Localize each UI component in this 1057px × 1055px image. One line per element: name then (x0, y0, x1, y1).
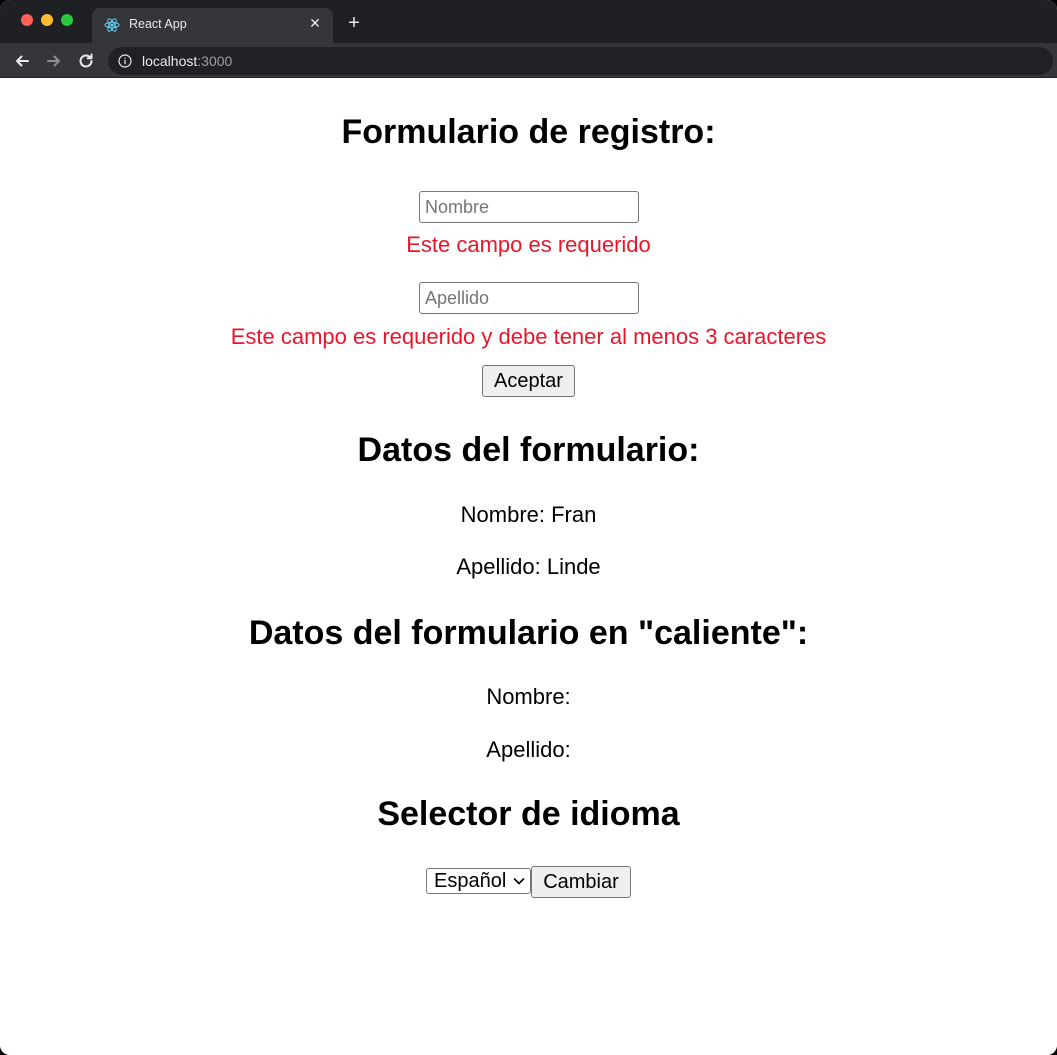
close-window-button[interactable] (21, 14, 33, 26)
browser-toolbar: localhost:3000 (0, 43, 1057, 78)
submitted-data-title: Datos del formulario: (357, 431, 700, 469)
browser-window: React App ✕ + localhost:3000 Formulario … (0, 0, 1057, 1055)
submitted-apellido: Apellido: Linde (456, 554, 601, 579)
close-tab-icon[interactable]: ✕ (307, 15, 323, 31)
tab-title: React App (129, 17, 187, 31)
live-apellido: Apellido: (486, 737, 571, 762)
chevron-down-icon (513, 878, 525, 885)
form-title: Formulario de registro: (341, 113, 716, 151)
back-arrow-icon[interactable] (12, 51, 32, 71)
accept-button[interactable]: Aceptar (482, 365, 575, 397)
apellido-error: Este campo es requerido y debe tener al … (230, 324, 827, 349)
react-logo-icon (104, 18, 120, 32)
language-select[interactable]: Español (426, 868, 531, 894)
live-nombre: Nombre: (486, 684, 571, 709)
url-port: :3000 (197, 53, 233, 69)
apellido-input[interactable] (419, 282, 639, 314)
url-host: localhost (142, 53, 198, 69)
language-selected-value: Español (434, 870, 507, 892)
tab-react-app[interactable]: React App ✕ (92, 8, 333, 43)
info-icon[interactable] (118, 54, 132, 68)
nombre-input[interactable] (419, 191, 639, 223)
maximize-window-button[interactable] (61, 14, 73, 26)
minimize-window-button[interactable] (41, 14, 53, 26)
url-text: localhost:3000 (142, 53, 232, 69)
tab-bar: React App ✕ + (0, 0, 1057, 43)
page-content: Formulario de registro: Este campo es re… (0, 78, 1057, 1055)
live-data-title: Datos del formulario en "caliente": (248, 614, 809, 652)
address-bar[interactable]: localhost:3000 (108, 47, 1053, 75)
new-tab-icon[interactable]: + (344, 13, 364, 33)
reload-icon[interactable] (76, 51, 96, 71)
language-selector-title: Selector de idioma (377, 795, 680, 833)
forward-arrow-icon[interactable] (44, 51, 64, 71)
submitted-nombre: Nombre: Fran (460, 502, 597, 527)
nombre-error: Este campo es requerido (406, 232, 651, 257)
change-language-button[interactable]: Cambiar (531, 866, 631, 898)
